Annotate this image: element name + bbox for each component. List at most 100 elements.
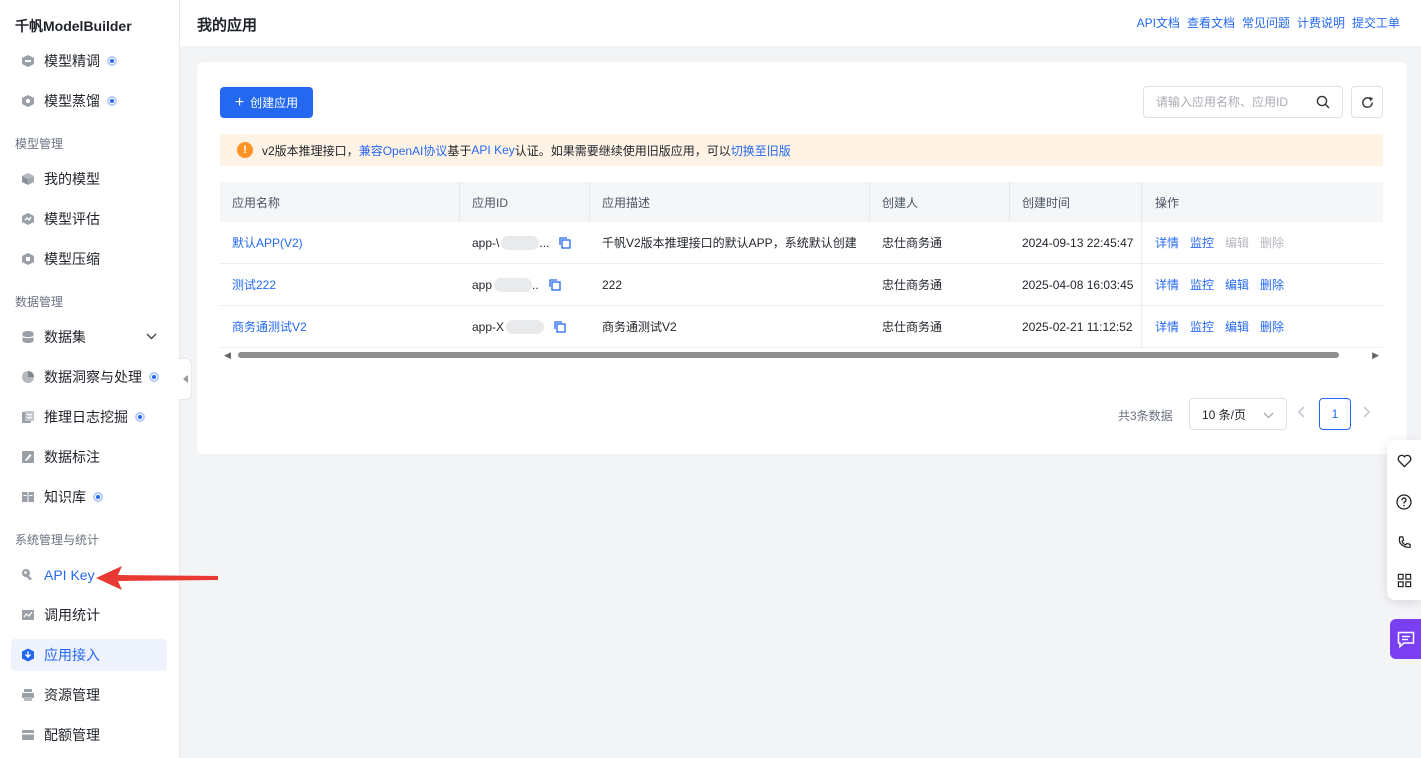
sidebar-collapse-handle[interactable] — [179, 358, 192, 400]
sidebar-item-label: 数据标注 — [44, 449, 100, 465]
monitor-button[interactable]: 监控 — [1190, 234, 1214, 251]
notice-banner: ! v2版本推理接口， 兼容OpenAI协议 基于 API Key 认证。如果需… — [220, 134, 1383, 166]
column-divider[interactable] — [459, 182, 460, 222]
help-icon[interactable] — [1396, 494, 1412, 510]
sidebar: 千帆ModelBuilder 模型精调 模型蒸馏 模型管理 我的模型 模型评估 … — [0, 0, 180, 758]
group-label-system: 系统管理与统计 — [15, 533, 100, 547]
copy-icon[interactable] — [559, 236, 572, 249]
delete-button[interactable]: 删除 — [1260, 318, 1284, 335]
link-api-docs[interactable]: API文档 — [1137, 14, 1180, 31]
notice-text-1: v2版本推理接口， — [262, 143, 359, 158]
copy-icon[interactable] — [549, 278, 561, 291]
sidebar-item-model-compress[interactable]: 模型压缩 — [11, 243, 167, 275]
sidebar-item-label: 应用接入 — [44, 647, 100, 663]
chat-assistant-button[interactable] — [1390, 619, 1421, 659]
sidebar-item-data-insight[interactable]: 数据洞察与处理 — [11, 361, 167, 393]
app-id-ellipsis: .. — [532, 277, 539, 292]
app-name-link[interactable]: 商务通测试V2 — [232, 306, 307, 347]
app-name-link[interactable]: 默认APP(V2) — [232, 222, 303, 263]
sidebar-item-knowledge-base[interactable]: 知识库 — [11, 481, 167, 513]
masked-id — [494, 277, 533, 292]
edit-button[interactable]: 编辑 — [1225, 276, 1249, 293]
copy-icon[interactable] — [554, 320, 566, 333]
detail-button[interactable]: 详情 — [1155, 234, 1179, 251]
app-id-text: app-X — [472, 319, 505, 334]
create-app-button[interactable]: + 创建应用 — [220, 87, 313, 118]
scrollbar-thumb[interactable] — [238, 352, 1339, 358]
sidebar-item-data-annotation[interactable]: 数据标注 — [11, 441, 167, 473]
monitor-button[interactable]: 监控 — [1190, 318, 1214, 335]
app-created-time: 2025-04-08 16:03:45 — [1022, 277, 1134, 292]
group-label-data-management: 数据管理 — [15, 295, 64, 309]
app-name-link[interactable]: 测试222 — [232, 264, 276, 305]
monitor-button[interactable]: 监控 — [1190, 276, 1214, 293]
sidebar-item-my-models[interactable]: 我的模型 — [11, 163, 167, 195]
pie-chart-icon — [21, 370, 35, 384]
link-api-key[interactable]: API Key — [471, 143, 514, 157]
sidebar-item-datasets[interactable]: 数据集 — [11, 321, 167, 353]
printer-icon — [21, 688, 35, 702]
grid-menu-icon[interactable] — [1396, 572, 1412, 588]
column-divider[interactable] — [1009, 182, 1010, 222]
horizontal-scrollbar[interactable]: ◀ ▶ — [220, 349, 1383, 361]
link-openai-compat[interactable]: 兼容OpenAI协议 — [359, 142, 448, 159]
search-input[interactable] — [1156, 95, 1306, 109]
sidebar-item-model-finetune[interactable]: 模型精调 — [11, 45, 167, 77]
sidebar-item-label: 模型评估 — [44, 211, 100, 227]
sidebar-item-quota[interactable]: 配额管理 — [11, 719, 167, 751]
link-billing[interactable]: 计费说明 — [1297, 14, 1345, 31]
chevron-down-icon[interactable] — [146, 331, 157, 343]
scroll-left-icon[interactable]: ◀ — [224, 350, 231, 361]
sidebar-item-model-distill[interactable]: 模型蒸馏 — [11, 85, 167, 117]
app-desc: 222 — [602, 277, 623, 292]
search-icon[interactable] — [1316, 95, 1330, 112]
link-view-docs[interactable]: 查看文档 — [1187, 14, 1235, 31]
link-faq[interactable]: 常见问题 — [1242, 14, 1290, 31]
top-header: 我的应用 API文档 查看文档 常见问题 计费说明 提交工单 — [180, 0, 1421, 46]
column-divider[interactable] — [869, 182, 870, 222]
database-icon — [21, 330, 35, 344]
sidebar-item-label: 模型压缩 — [44, 251, 100, 267]
finetune-icon — [21, 54, 35, 68]
app-desc: 商务通测试V2 — [602, 320, 677, 334]
sidebar-item-app-access[interactable]: 应用接入 — [11, 639, 167, 671]
masked-id — [501, 235, 540, 250]
prev-page-icon[interactable] — [1297, 405, 1305, 421]
app-id-text: app-\ — [472, 235, 500, 250]
sidebar-item-usage-stats[interactable]: 调用统计 — [11, 599, 167, 631]
page-size-value: 10 条/页 — [1202, 407, 1247, 422]
new-badge — [93, 492, 103, 502]
sidebar-item-label: 模型精调 — [44, 53, 100, 69]
app-id-cell: app-X — [472, 306, 566, 347]
app-table: 应用名称 应用ID 应用描述 创建人 创建时间 操作 默认APP(V2) app… — [220, 182, 1383, 348]
edit-button[interactable]: 编辑 — [1225, 318, 1249, 335]
detail-button[interactable]: 详情 — [1155, 318, 1179, 335]
sidebar-item-model-eval[interactable]: 模型评估 — [11, 203, 167, 235]
new-badge — [135, 412, 145, 422]
refresh-icon — [1361, 96, 1373, 108]
page-number-button[interactable]: 1 — [1319, 398, 1351, 430]
group-label-model-management: 模型管理 — [15, 137, 64, 151]
warning-icon: ! — [237, 142, 253, 158]
sidebar-item-log-mining[interactable]: 推理日志挖掘 — [11, 401, 167, 433]
delete-button[interactable]: 删除 — [1260, 276, 1284, 293]
next-page-icon[interactable] — [1363, 405, 1371, 421]
sidebar-item-resources[interactable]: 资源管理 — [11, 679, 167, 711]
link-submit-ticket[interactable]: 提交工单 — [1352, 14, 1400, 31]
sidebar-item-label: 资源管理 — [44, 687, 100, 703]
app-id-cell: app-\ ... — [472, 222, 572, 263]
heart-icon[interactable] — [1396, 453, 1412, 469]
detail-button[interactable]: 详情 — [1155, 276, 1179, 293]
link-switch-legacy[interactable]: 切换至旧版 — [731, 142, 791, 159]
sidebar-item-label: 数据集 — [44, 329, 86, 345]
annotation-arrow — [96, 566, 218, 590]
column-divider[interactable] — [589, 182, 590, 222]
app-list-card: + 创建应用 ! v2版本推理接口， 兼容OpenAI协议 基于 API Key… — [197, 62, 1407, 454]
phone-icon[interactable] — [1396, 534, 1412, 550]
page-size-select[interactable]: 10 条/页 — [1189, 398, 1287, 430]
search-field[interactable] — [1143, 86, 1343, 118]
refresh-button[interactable] — [1351, 86, 1383, 118]
scroll-right-icon[interactable]: ▶ — [1372, 350, 1379, 361]
log-icon — [21, 410, 35, 424]
notice-text-3: 认证。如果需要继续使用旧版应用，可以 — [514, 143, 731, 158]
